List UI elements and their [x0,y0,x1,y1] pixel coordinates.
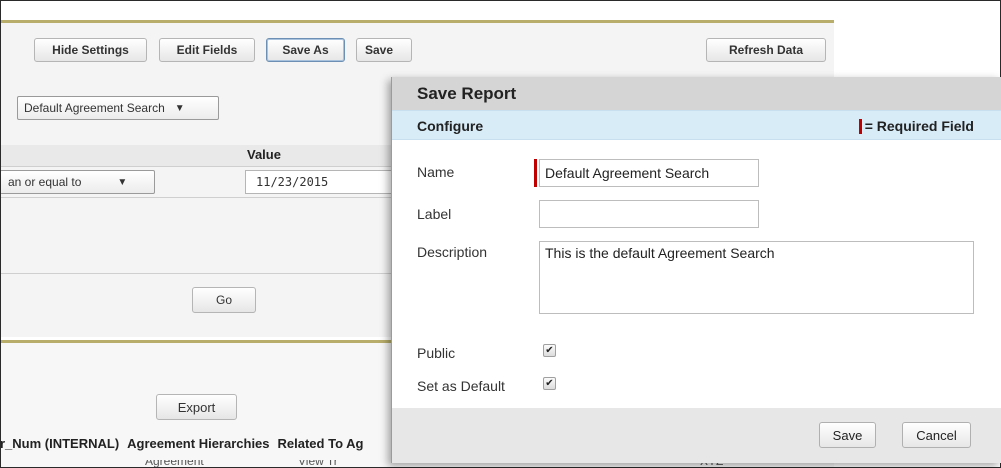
description-field[interactable]: This is the default Agreement Search [539,241,974,314]
set-as-default-checkbox[interactable]: ✔ [543,377,556,390]
public-checkbox[interactable]: ✔ [543,344,556,357]
public-label: Public [417,345,456,361]
name-label: Name [417,164,455,180]
required-marker-icon [858,118,862,134]
save-report-dialog: Save Report Configure = Required Field N… [391,77,1001,463]
name-field[interactable] [539,159,759,187]
set-as-default-label: Set as Default [417,378,505,394]
section-title: Configure [417,118,484,134]
dialog-footer: Save Cancel [392,408,1001,463]
label-field[interactable] [539,200,759,228]
description-label: Description [417,244,488,260]
cancel-button[interactable]: Cancel [902,422,971,448]
required-field-text: = Required Field [864,118,974,134]
required-marker-icon [534,159,537,187]
save-button[interactable]: Save [819,422,876,448]
configure-section-header: Configure = Required Field [392,110,1001,140]
dialog-header: Save Report [392,77,1001,110]
required-field-legend: = Required Field [858,118,974,134]
checkmark-icon: ✔ [545,344,554,356]
label-label: Label [417,206,452,222]
checkmark-icon: ✔ [545,377,554,389]
dialog-title: Save Report [417,83,517,103]
